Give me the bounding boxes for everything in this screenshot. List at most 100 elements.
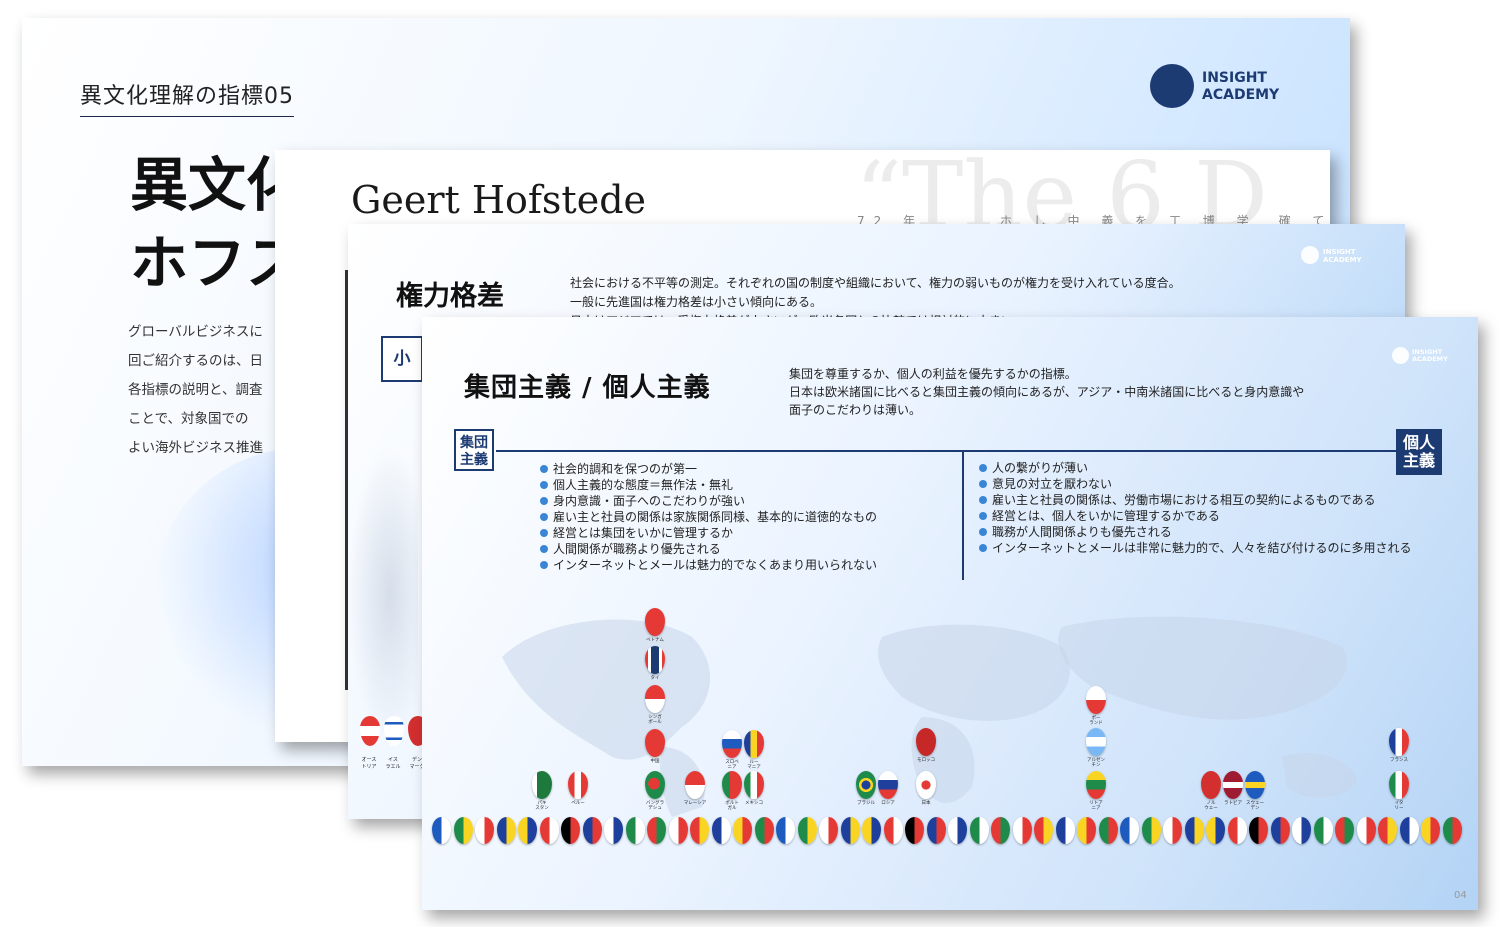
logo-text-1: INSIGHT	[1323, 248, 1356, 256]
pin-label: ペルー	[571, 801, 585, 806]
flag-pin	[625, 817, 645, 844]
head-globe-icon	[1301, 246, 1319, 264]
trait-item: 雇い主と社員の関係は家族関係同様、基本的に道徳的なもの	[540, 509, 950, 525]
desc-line: 日本は欧米諸国に比べると集団主義の傾向にあるが、アジア・中南米諸国に比べると身内…	[789, 385, 1305, 399]
flag-pin	[905, 817, 924, 844]
intro-paragraph: グローバルビジネスに 回ご紹介するのは、日 各指標の説明と、調査 ことで、対象国…	[128, 318, 278, 463]
slide-tag: 異文化理解の指標05	[80, 78, 294, 117]
flag-pin	[668, 817, 688, 844]
flag-pin	[733, 817, 752, 844]
flag-pin	[926, 817, 946, 844]
pin-label: イス ラエル	[385, 757, 401, 770]
flag-pin	[518, 817, 537, 844]
flag-pin	[1141, 817, 1161, 844]
desc-line: 集団を尊重するか、個人の利益を優先するかの指標。	[789, 367, 1077, 381]
trait-item: インターネットとメールは非常に魅力的で、人々を結び付けるのに多用される	[979, 540, 1439, 556]
flag-pin	[969, 817, 989, 844]
flag-pin	[475, 817, 494, 844]
para-line: 回ご紹介するのは、日	[128, 353, 263, 369]
trait-item: 経営とは集団をいかに管理するか	[540, 525, 950, 541]
pin-label: 日本	[921, 801, 931, 806]
flag-pin	[1399, 817, 1419, 844]
box-line: 主義	[460, 452, 488, 468]
power-distance-title: 権力格差	[396, 281, 504, 312]
flag-pin	[948, 817, 967, 844]
pin-label: シンガ ポール	[648, 715, 662, 725]
para-line: 各指標の説明と、調査	[128, 382, 263, 398]
flag-pin-bottom-row	[432, 817, 1472, 849]
flag-pin	[1012, 817, 1032, 844]
trait-item: 個人主義的な態度＝無作法・無礼	[540, 477, 950, 493]
flag-pin	[647, 817, 666, 844]
flag-pin	[862, 817, 881, 844]
small-box-label: 小	[381, 336, 423, 382]
para-line: ことで、対象国での	[128, 411, 249, 427]
box-line: 個人	[1402, 433, 1435, 452]
flag-pin	[711, 817, 731, 844]
desc-line: 社会における不平等の測定。それぞれの国の制度や組織において、権力の弱いものが権力…	[570, 276, 1181, 290]
flag-pin	[1077, 817, 1096, 844]
para-line: グローバルビジネスに	[128, 324, 263, 340]
pin-label: ロシア	[881, 801, 895, 806]
collectivism-desc: 集団を尊重するか、個人の利益を優先するかの指標。 日本は欧米諸国に比べると集団主…	[789, 365, 1304, 419]
logo-text-2: ACADEMY	[1323, 256, 1362, 264]
flag-pin	[1335, 817, 1354, 844]
logo-text-2: ACADEMY	[1412, 355, 1448, 363]
pin-label: ルー マニア	[747, 760, 761, 770]
trait-item: 意見の対立を厭わない	[979, 476, 1439, 492]
flag-pin	[1313, 817, 1333, 844]
pin-label: アルゼン チン	[1087, 758, 1105, 768]
head-globe-icon	[1392, 347, 1409, 364]
pin-label: リトア ニア	[1089, 801, 1103, 811]
flag-pin	[1292, 817, 1311, 844]
flag-pin	[776, 817, 795, 844]
flag-pin	[604, 817, 623, 844]
flag-pin-row	[360, 716, 428, 746]
pin-label: イタ リー	[1394, 801, 1404, 811]
flag-pin	[1055, 817, 1075, 844]
flag-pin	[1120, 817, 1139, 844]
trait-item: 人間関係が職務より優先される	[540, 541, 950, 557]
insight-academy-logo-small: INSIGHT ACADEMY	[1392, 347, 1448, 364]
flag-pin	[1249, 817, 1268, 844]
flag-pin	[561, 817, 580, 844]
collectivism-traits: 社会的調和を保つのが第一 個人主義的な態度＝無作法・無礼 身内意識・面子へのこだ…	[540, 461, 950, 573]
pin-label: パキ スタン	[535, 801, 549, 811]
flag-pin	[1184, 817, 1204, 844]
trait-item: 経営とは、個人をいかに管理するかである	[979, 508, 1439, 524]
flag-pin-austria	[360, 716, 380, 746]
pin-label: タイ	[650, 676, 660, 681]
flag-pin	[1270, 817, 1290, 844]
flag-pin	[819, 817, 838, 844]
flag-pin	[453, 817, 473, 844]
pin-label: マレーシア	[683, 801, 707, 806]
flag-pin	[883, 817, 903, 844]
trait-item: 雇い主と社員の関係は、労働市場における相互の契約によるものである	[979, 492, 1439, 508]
head-globe-icon	[1150, 64, 1194, 108]
flag-pin	[840, 817, 860, 844]
column-divider	[962, 452, 964, 580]
flag-pin	[1227, 817, 1247, 844]
flag-pin	[1034, 817, 1053, 844]
flag-pin	[690, 817, 709, 844]
flag-pin	[496, 817, 516, 844]
pin-label: メキシコ	[745, 801, 763, 806]
insight-academy-logo-small: INSIGHT ACADEMY	[1301, 246, 1362, 264]
flag-pin	[754, 817, 774, 844]
collectivism-box: 集団 主義	[454, 429, 494, 471]
flag-pin	[539, 817, 559, 844]
pin-label: ベトナム	[646, 638, 664, 643]
pin-label: スウェー デン	[1246, 801, 1264, 811]
flag-pin	[1163, 817, 1182, 844]
logo-text-1: INSIGHT	[1202, 70, 1267, 86]
trait-item: 社会的調和を保つのが第一	[540, 461, 950, 477]
world-map-background	[502, 616, 1357, 817]
page-number: 04	[1454, 890, 1467, 901]
insight-academy-logo: INSIGHT ACADEMY	[1150, 64, 1310, 114]
flag-pin	[582, 817, 602, 844]
desc-line: 面子のこだわりは薄い。	[789, 403, 922, 417]
trait-item: 人の繋がりが薄い	[979, 460, 1439, 476]
logo-text-2: ACADEMY	[1202, 87, 1280, 103]
trait-item: 身内意識・面子へのこだわりが強い	[540, 493, 950, 509]
pin-label: ポー ランド	[1089, 716, 1103, 726]
